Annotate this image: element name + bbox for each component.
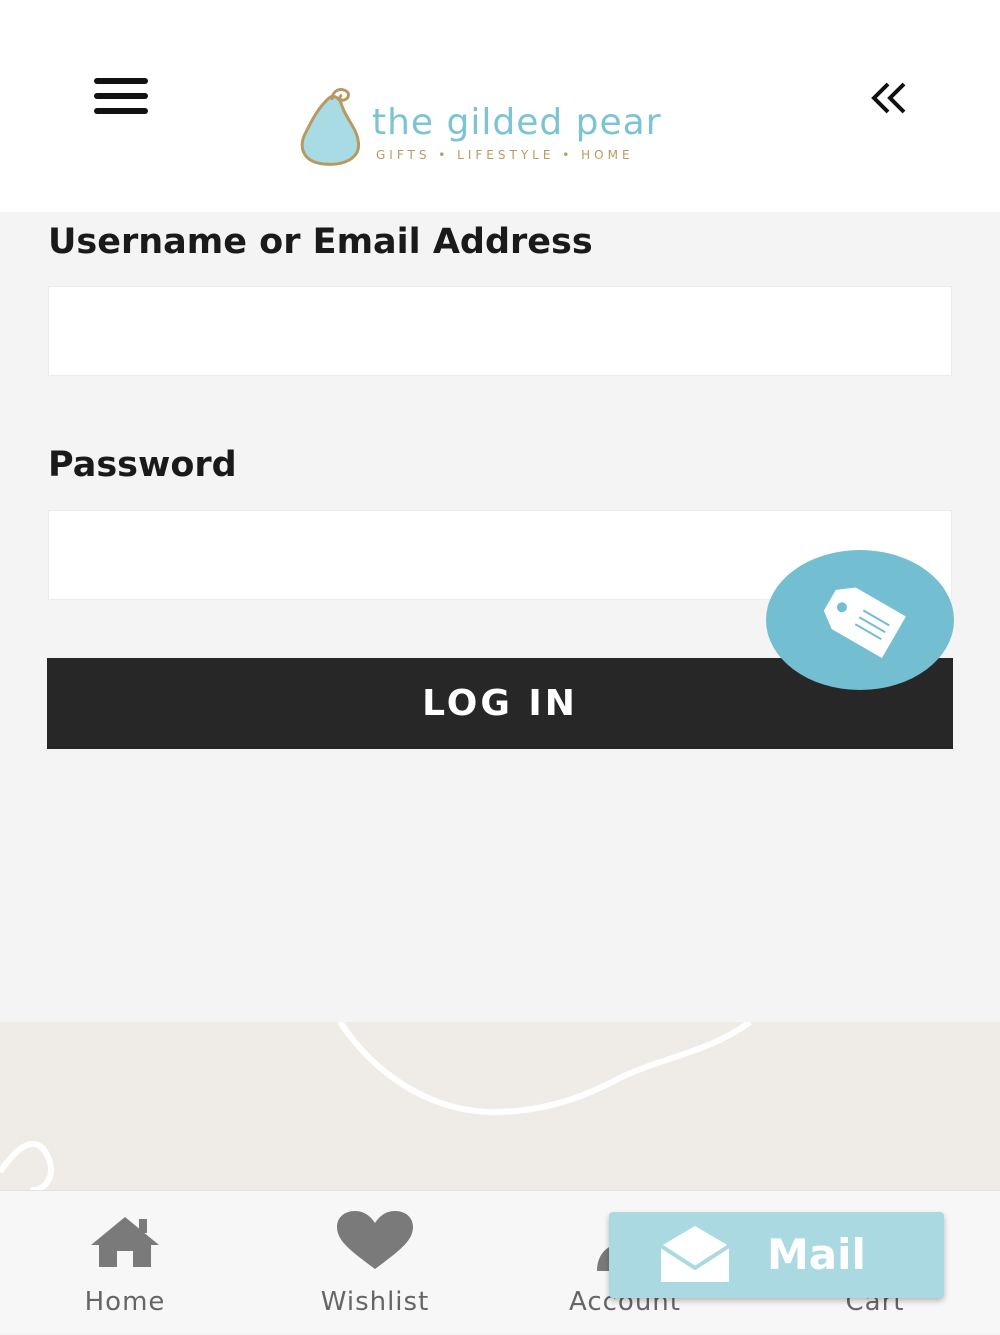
price-tag-icon xyxy=(823,587,906,659)
username-input[interactable] xyxy=(48,286,952,376)
envelope-open-icon xyxy=(659,1226,731,1282)
price-tag-button[interactable] xyxy=(766,550,954,690)
decorative-background xyxy=(0,1022,1000,1192)
password-label: Password xyxy=(48,445,237,485)
menu-bar xyxy=(94,108,148,114)
home-icon xyxy=(91,1217,159,1267)
nav-item-wishlist[interactable]: Wishlist xyxy=(250,1191,500,1335)
nav-label-home: Home xyxy=(84,1287,166,1317)
username-label: Username or Email Address xyxy=(48,222,593,262)
menu-bar xyxy=(94,93,148,99)
logo-name: the gilded pear xyxy=(372,102,662,143)
mail-label: Mail xyxy=(767,1230,866,1279)
brand-logo[interactable]: the gilded pear GIFTS • LIFESTYLE • HOME xyxy=(296,84,708,174)
heart-icon xyxy=(337,1211,413,1269)
nav-label-wishlist: Wishlist xyxy=(320,1287,430,1317)
pear-logo-icon xyxy=(300,88,361,166)
double-chevron-left-icon[interactable] xyxy=(864,70,914,126)
logo-tagline: GIFTS • LIFESTYLE • HOME xyxy=(376,148,634,162)
menu-bar xyxy=(94,78,148,84)
mail-button[interactable]: Mail xyxy=(609,1212,944,1298)
hamburger-menu-icon[interactable] xyxy=(88,72,154,120)
app-header: the gilded pear GIFTS • LIFESTYLE • HOME xyxy=(0,0,1000,212)
nav-item-home[interactable]: Home xyxy=(0,1191,250,1335)
